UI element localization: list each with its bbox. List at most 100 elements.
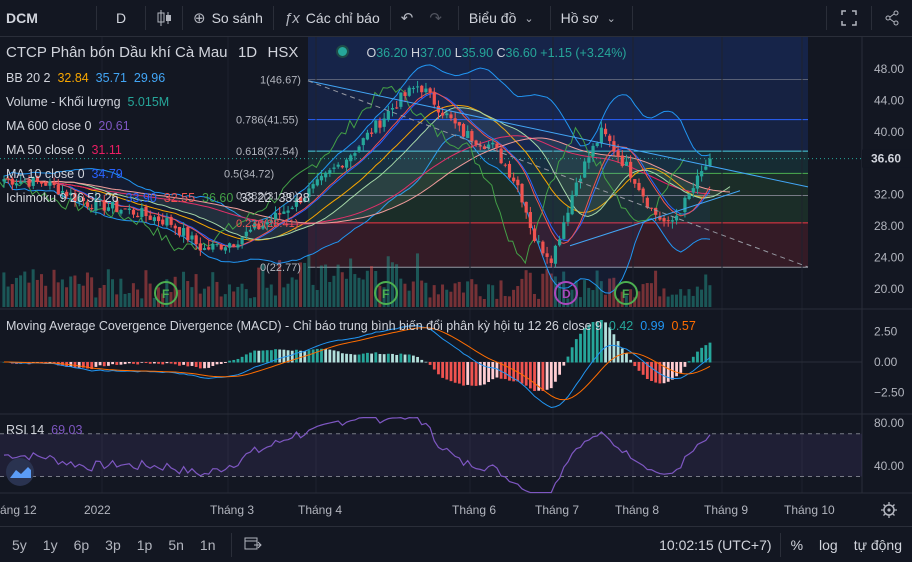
macd-histogram-bar (98, 362, 102, 366)
ma50-label: MA 50 close 0 (6, 143, 85, 157)
range-5y[interactable]: 5y (4, 537, 35, 553)
volume-bar (662, 288, 666, 307)
macd-histogram-bar (144, 362, 148, 364)
volume-bar (666, 296, 670, 307)
ichimoku-legend[interactable]: Ichimoku 9 26 52 26 33.90 32.55 36.60 33… (6, 191, 310, 205)
bb-legend[interactable]: BB 20 2 32.84 35.71 29.96 (6, 71, 165, 85)
rsi-tick-label: 80.00 (874, 416, 904, 430)
volume-bar (336, 264, 340, 307)
volume-bar (60, 279, 64, 307)
macd-histogram-bar (261, 350, 265, 363)
volume-bar (56, 282, 60, 307)
macd-histogram-bar (466, 362, 470, 385)
settings-gear-icon[interactable] (881, 502, 897, 518)
macd-histogram-bar (203, 362, 206, 369)
macd-histogram-bar (198, 362, 202, 369)
range-3m[interactable]: 3p (97, 537, 129, 553)
candle-body (286, 210, 290, 213)
ma10-legend[interactable]: MA 10 close 0 34.79 (6, 167, 123, 181)
candle-body (478, 145, 482, 147)
volume-bar (420, 280, 424, 307)
candle-body (357, 146, 361, 152)
candle-body (119, 210, 123, 214)
macd-tick-label: −2.50 (874, 386, 905, 400)
candle-body (349, 155, 353, 162)
macd-histogram-bar (236, 358, 240, 363)
range-1d[interactable]: 1n (192, 537, 224, 553)
exchange-text: HSX (267, 44, 299, 61)
macd-histogram-bar (324, 349, 328, 363)
volume-bar (10, 284, 14, 307)
candle-body (591, 145, 595, 157)
clock-timezone[interactable]: 10:02:15 (UTC+7) (651, 537, 779, 553)
candle-body (541, 241, 545, 254)
goto-date-button[interactable] (232, 535, 270, 554)
volume-bar (591, 290, 595, 307)
candle-body (461, 124, 466, 137)
range-buttons: 5y 1y 6p 3p 1p 5n 1n (0, 537, 223, 553)
macd-histogram-bar (219, 362, 223, 364)
volume-bar (27, 282, 31, 307)
candle-body (23, 180, 27, 182)
candle-body (207, 247, 211, 250)
time-axis[interactable]: áng 12 2022 Tháng 3 Tháng 4 Tháng 6 Tháng 7 Th… (0, 503, 835, 517)
macd-histogram-bar (77, 362, 81, 368)
volume-bar (478, 296, 482, 307)
rsi-tick-label: 40.00 (874, 459, 904, 473)
volume-legend[interactable]: Volume - Khối lượng 5.015M (6, 95, 169, 109)
macd-histogram-bar (123, 362, 127, 365)
macd-histogram-bar (111, 362, 115, 365)
volume-bar (507, 296, 511, 307)
candle-body (165, 217, 169, 226)
macd-legend[interactable]: Moving Average Covergence Divergence (MA… (6, 319, 696, 333)
volume-bar (436, 294, 440, 307)
volume-bar (395, 264, 399, 307)
macd-histogram-bar (570, 347, 574, 363)
macd-histogram-bar (257, 350, 261, 363)
ma600-legend[interactable]: MA 600 close 0 20.61 (6, 119, 130, 133)
volume-bar (102, 284, 106, 307)
rsi-pane: 80.00 40.00 (0, 416, 904, 494)
volume-bar (516, 286, 520, 307)
volume-bar (528, 272, 532, 307)
volume-bar (324, 264, 328, 307)
macd-histogram-bar (102, 362, 106, 367)
volume-bar (19, 275, 23, 307)
ma50-legend[interactable]: MA 50 close 0 31.11 (6, 143, 122, 157)
candle-body (236, 244, 240, 248)
fib-level-label: 0.786(41.55) (236, 115, 298, 127)
range-6m[interactable]: 6p (66, 537, 98, 553)
candle-body (353, 153, 357, 156)
candle-body (190, 235, 194, 240)
volume-bar (708, 285, 712, 307)
candle-body (52, 183, 56, 186)
range-5d[interactable]: 5n (160, 537, 192, 553)
candle-body (420, 85, 424, 93)
candle-body (679, 213, 683, 215)
candle-body (152, 217, 156, 222)
log-toggle[interactable]: log (811, 537, 846, 553)
macd-histogram-bar (541, 362, 545, 391)
time-tick-label: 2022 (84, 503, 111, 517)
price-tick-label: 48.00 (874, 62, 904, 76)
tradingview-logo (6, 458, 34, 486)
volume-bar (52, 269, 56, 307)
range-1m[interactable]: 1p (129, 537, 161, 553)
volume-bar (148, 283, 152, 307)
macd-histogram-bar (94, 362, 98, 367)
macd-histogram-bar (253, 350, 257, 363)
rsi-legend[interactable]: RSI 14 69.03 (6, 423, 82, 437)
percent-toggle[interactable]: % (781, 537, 811, 553)
candle-body (48, 181, 52, 186)
ichimoku-label: Ichimoku 9 26 52 26 (6, 191, 119, 205)
volume-bar (687, 289, 691, 307)
ichimoku-lagging: 36.60 (202, 191, 234, 205)
volume-bar (415, 253, 419, 307)
range-1y[interactable]: 1y (35, 537, 66, 553)
auto-scale-toggle[interactable]: tự động (846, 537, 912, 553)
candle-body (674, 215, 679, 221)
volume-bar (2, 272, 6, 307)
macd-histogram-bar (207, 362, 211, 368)
macd-histogram-bar (311, 349, 315, 363)
macd-histogram-bar (445, 362, 449, 380)
